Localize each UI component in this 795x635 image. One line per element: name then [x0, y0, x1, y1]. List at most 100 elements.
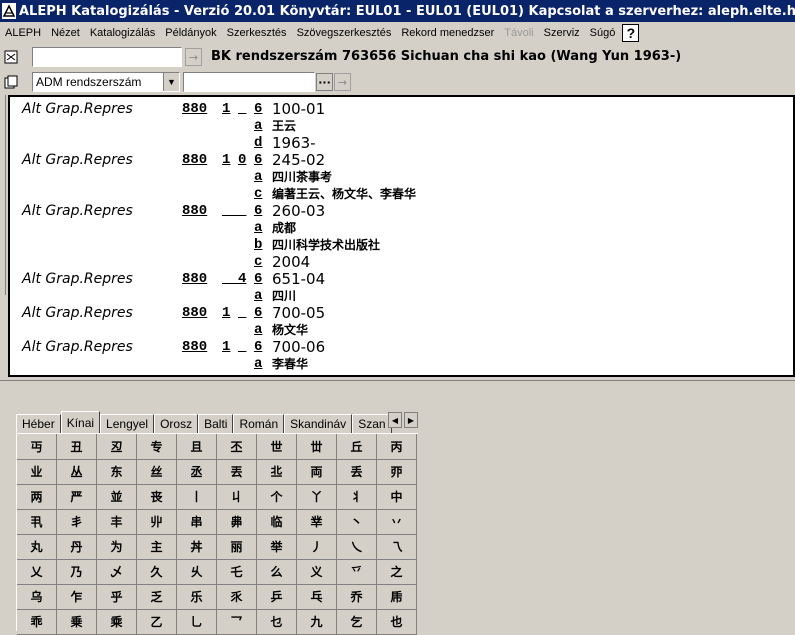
field-label[interactable]: Alt Grap.Repres — [22, 101, 133, 117]
char-cell[interactable]: 乊 — [337, 559, 377, 585]
menu-item-3[interactable]: Példányok — [160, 27, 221, 39]
record-field-line[interactable]: Alt Grap.Repres 880 6 260-03 — [10, 202, 790, 220]
char-cell[interactable]: 丒 — [97, 434, 137, 460]
char-cell[interactable]: 丹 — [57, 534, 97, 560]
record-editor[interactable]: Alt Grap.Repres 880 1 6 100-01 a 王云 d 1963- Alt … — [8, 95, 795, 377]
char-cell[interactable]: 为 — [97, 534, 137, 560]
char-cell[interactable]: 丞 — [177, 459, 217, 485]
char-cell[interactable]: 丛 — [57, 459, 97, 485]
record-subfield-line[interactable]: a 四川茶事考 — [10, 168, 790, 185]
record-subfield-line[interactable]: a 李春华 — [10, 355, 790, 372]
subfield-code[interactable]: 6 — [254, 203, 262, 219]
field-tag[interactable]: 880 — [182, 101, 207, 117]
char-cell[interactable]: 东 — [97, 459, 137, 485]
menu-item-5[interactable]: Szövegszerkesztés — [292, 27, 397, 39]
indicator-1[interactable]: 1 — [222, 152, 230, 168]
char-cell[interactable]: 乆 — [177, 559, 217, 585]
subfield-code[interactable]: 6 — [254, 339, 262, 355]
char-cell[interactable]: 乒 — [257, 584, 297, 610]
char-cell[interactable]: 両 — [297, 459, 337, 485]
char-cell[interactable]: 丳 — [217, 509, 257, 535]
field-label[interactable]: Alt Grap.Repres — [22, 305, 133, 321]
subfield-value[interactable]: 四川 — [272, 287, 296, 304]
menu-item-9[interactable]: Súgó — [585, 27, 621, 39]
char-cell[interactable]: 丯 — [57, 509, 97, 535]
indicator-1[interactable]: 1 — [222, 339, 230, 355]
subfield-value[interactable]: 杨文华 — [272, 321, 308, 338]
record-subfield-line[interactable]: c 2004 — [10, 253, 790, 271]
indicator-1[interactable]: 1 — [222, 305, 230, 321]
char-cell[interactable]: 丨 — [177, 484, 217, 510]
tab-3[interactable]: Orosz — [154, 414, 199, 433]
menu-item-6[interactable]: Rekord menedzser — [396, 27, 499, 39]
char-cell[interactable]: 乘 — [97, 609, 137, 635]
char-cell[interactable]: 乔 — [337, 584, 377, 610]
char-cell[interactable]: 丵 — [297, 509, 337, 535]
char-cell[interactable]: 丸 — [17, 534, 57, 560]
indicator-1[interactable] — [222, 271, 239, 287]
char-cell[interactable]: 乂 — [17, 559, 57, 585]
subfield-code[interactable]: d — [254, 135, 262, 151]
tab-6[interactable]: Skandináv — [284, 414, 353, 433]
subfield-code[interactable]: a — [254, 220, 262, 236]
subfield-value[interactable]: 245-02 — [272, 151, 325, 169]
char-cell[interactable]: 专 — [137, 434, 177, 460]
go-arrow-icon[interactable]: → — [185, 48, 202, 66]
char-cell[interactable]: 中 — [377, 484, 417, 510]
indicator-1[interactable] — [222, 203, 239, 219]
tab-7[interactable]: Szan — [352, 414, 392, 433]
subfield-value[interactable]: 王云 — [272, 117, 296, 134]
char-cell[interactable]: 两 — [17, 484, 57, 510]
subfield-value[interactable]: 700-05 — [272, 304, 325, 322]
subfield-code[interactable]: 6 — [254, 271, 262, 287]
char-cell[interactable]: 乙 — [137, 609, 177, 635]
char-cell[interactable]: 乖 — [17, 609, 57, 635]
char-cell[interactable]: 久 — [137, 559, 177, 585]
indicator-2[interactable] — [238, 203, 246, 219]
record-field-line[interactable]: Alt Grap.Repres 880 1 6 700-06 — [10, 338, 790, 356]
field-tag[interactable]: 880 — [182, 152, 207, 168]
record-icon[interactable] — [3, 49, 19, 65]
char-cell[interactable]: 严 — [57, 484, 97, 510]
index-value-input[interactable] — [183, 72, 315, 92]
char-cell[interactable]: 丰 — [97, 509, 137, 535]
subfield-value[interactable]: 四川科学技术出版社 — [272, 236, 380, 253]
char-cell[interactable]: 乐 — [177, 584, 217, 610]
char-cell[interactable]: 丷 — [377, 509, 417, 535]
char-cell[interactable]: 乞 — [337, 609, 377, 635]
record-field-line[interactable]: Alt Grap.Repres 880 4 6 651-04 — [10, 270, 790, 288]
tab-0[interactable]: Héber — [16, 414, 61, 433]
aleph-app-icon[interactable] — [2, 3, 16, 19]
char-cell[interactable]: 丽 — [217, 534, 257, 560]
char-cell[interactable]: 乄 — [97, 559, 137, 585]
browse-button[interactable]: ··· — [316, 73, 333, 91]
char-cell[interactable]: 乜 — [257, 609, 297, 635]
char-cell[interactable]: 丫 — [297, 484, 337, 510]
char-cell[interactable]: 丗 — [297, 434, 337, 460]
subfield-value[interactable]: 1963- — [272, 134, 316, 152]
search-input[interactable] — [32, 47, 182, 67]
char-cell[interactable]: 丼 — [177, 534, 217, 560]
char-cell[interactable]: 丣 — [377, 459, 417, 485]
char-cell[interactable]: 丏 — [17, 434, 57, 460]
char-cell[interactable]: 乗 — [57, 609, 97, 635]
tab-2[interactable]: Lengyel — [100, 414, 155, 433]
char-cell[interactable]: 临 — [257, 509, 297, 535]
tab-4[interactable]: Balti — [198, 414, 234, 433]
char-cell[interactable]: 丠 — [257, 459, 297, 485]
indicator-1[interactable]: 1 — [222, 101, 230, 117]
record-subfield-line[interactable]: c 编著王云、杨文华、李春华 — [10, 185, 790, 202]
field-label[interactable]: Alt Grap.Repres — [22, 152, 133, 168]
char-cell[interactable]: 乚 — [177, 609, 217, 635]
char-cell[interactable]: 九 — [297, 609, 337, 635]
char-cell[interactable]: 业 — [17, 459, 57, 485]
char-cell[interactable]: 丬 — [337, 484, 377, 510]
subfield-code[interactable]: a — [254, 356, 262, 372]
char-cell[interactable]: 乌 — [17, 584, 57, 610]
char-cell[interactable]: 乁 — [377, 534, 417, 560]
subfield-value[interactable]: 700-06 — [272, 338, 325, 356]
indicator-2[interactable] — [238, 101, 246, 117]
char-cell[interactable]: 乎 — [97, 584, 137, 610]
char-cell[interactable]: 主 — [137, 534, 177, 560]
record-subfield-line[interactable]: a 成都 — [10, 219, 790, 236]
